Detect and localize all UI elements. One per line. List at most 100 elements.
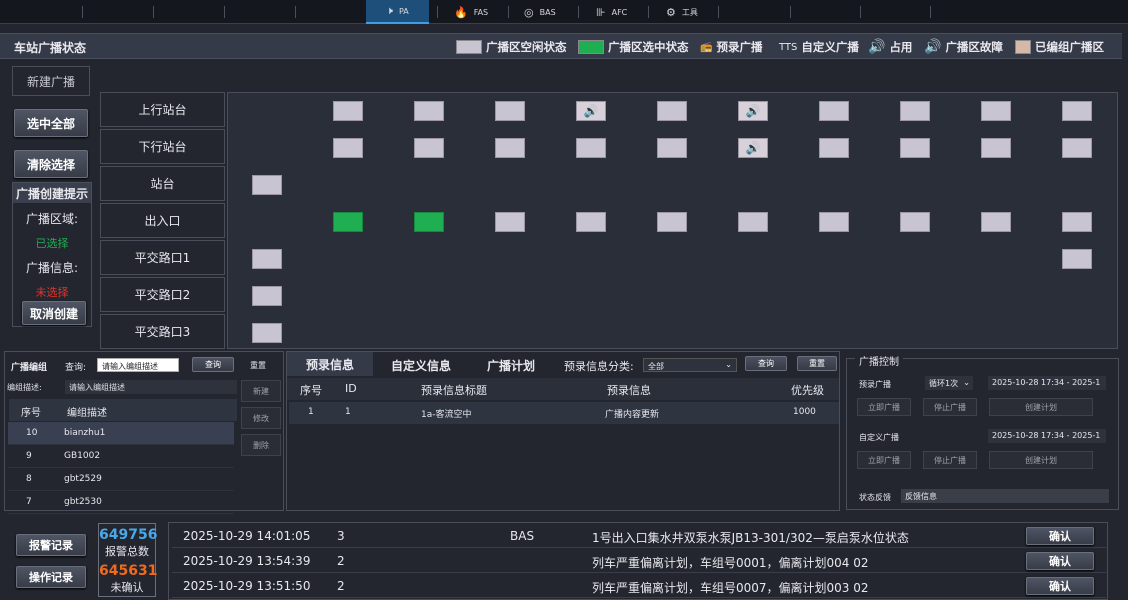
zone-row-label[interactable]: 平交路口2 <box>100 277 225 312</box>
stop-custom-button[interactable]: 停止广播 <box>923 451 977 469</box>
alarm-row[interactable]: 2025-10-29 14:01:05 3 BAS 1号出入口集水井双泵水泵JB13-… <box>172 525 1106 548</box>
zone-cell-idle[interactable] <box>900 101 930 121</box>
nav-tab-tools[interactable]: ⚙ 工具 <box>666 0 698 24</box>
zone-cell-idle[interactable] <box>1062 101 1092 121</box>
group-new-button[interactable]: 新建 <box>241 380 281 402</box>
tab-custom[interactable]: 自定义信息 <box>391 357 451 374</box>
clear-selection-button[interactable]: 清除选择 <box>14 150 88 178</box>
zone-cell-idle[interactable] <box>819 212 849 232</box>
group-query-button[interactable]: 查询 <box>192 357 234 372</box>
zone-cell-idle[interactable] <box>414 138 444 158</box>
zone-cell-fault[interactable]: 🔊 <box>576 101 606 121</box>
zone-cell-idle[interactable] <box>981 138 1011 158</box>
tab-plan[interactable]: 广播计划 <box>487 357 535 374</box>
group-row-desc: gbt2529 <box>64 474 102 484</box>
zone-cell-idle[interactable] <box>1062 249 1092 269</box>
confirm-button[interactable]: 确认 <box>1026 527 1094 545</box>
zone-cell-idle[interactable] <box>900 138 930 158</box>
category-select[interactable]: 全部 ⌄ <box>643 358 737 372</box>
zone-cell-idle[interactable] <box>981 101 1011 121</box>
group-reset-button[interactable]: 重置 <box>250 360 266 371</box>
zone-cell-idle[interactable] <box>657 101 687 121</box>
loop-select[interactable]: 循环1次 ⌄ <box>925 376 973 390</box>
zone-row-label[interactable]: 出入口 <box>100 203 225 238</box>
alarm-log-button[interactable]: 报警记录 <box>16 534 86 556</box>
prerecord-query-button[interactable]: 查询 <box>745 356 787 371</box>
zone-cell-idle[interactable] <box>252 323 282 343</box>
nav-tab-pa[interactable]: 🕨 PA <box>366 0 429 24</box>
create-plan-button[interactable]: 创建计划 <box>989 398 1093 416</box>
table-row[interactable]: 7 gbt2530 <box>8 491 234 514</box>
select-all-button[interactable]: 选中全部 <box>14 109 88 137</box>
nav-tab-fas[interactable]: 🔥 FAS <box>454 0 488 24</box>
zone-cell-idle[interactable] <box>576 212 606 232</box>
zone-row-label[interactable]: 站台 <box>100 166 225 201</box>
nav-tab-afc[interactable]: ⊪ AFC <box>596 0 627 24</box>
zone-cell-idle[interactable] <box>414 101 444 121</box>
zone-cell-idle[interactable] <box>576 138 606 158</box>
table-row[interactable]: 8 gbt2529 <box>8 468 234 491</box>
nav-tab-bas[interactable]: ◎ BAS <box>524 0 556 24</box>
chevron-down-icon: ⌄ <box>963 378 970 387</box>
tab-prerecord[interactable]: 预录信息 <box>287 352 373 376</box>
zone-row-label[interactable]: 平交路口3 <box>100 314 225 349</box>
alarm-desc: 列车严重偏离计划，车组号0007，偏离计划003 02 <box>592 581 869 595</box>
table-row[interactable]: 1 1 1a-客流空中 广播内容更新 1000 <box>289 402 839 424</box>
stop-broadcast-button[interactable]: 停止广播 <box>923 398 977 416</box>
zone-cell-idle[interactable] <box>900 212 930 232</box>
operation-log-button[interactable]: 操作记录 <box>16 566 86 588</box>
create-custom-plan-button[interactable]: 创建计划 <box>989 451 1093 469</box>
prerecord-reset-button[interactable]: 重置 <box>797 356 837 371</box>
group-delete-button[interactable]: 删除 <box>241 434 281 456</box>
zone-cell-fault[interactable]: 🔊 <box>738 138 768 158</box>
start-custom-button[interactable]: 立即广播 <box>857 451 911 469</box>
alarm-system: BAS <box>510 529 535 543</box>
zone-cell-idle[interactable] <box>1062 138 1092 158</box>
zone-cell-idle[interactable] <box>252 175 282 195</box>
top-nav-bar: 🕨 PA 🔥 FAS ◎ BAS ⊪ AFC ⚙ 工具 <box>0 0 1128 24</box>
alarm-level: 2 <box>337 579 345 593</box>
time-range-2[interactable]: 2025-10-28 17:34 - 2025-1 <box>988 429 1106 443</box>
zone-cell-idle[interactable] <box>819 138 849 158</box>
table-row[interactable]: 9 GB1002 <box>8 445 234 468</box>
zone-row-label[interactable]: 上行站台 <box>100 92 225 127</box>
table-row[interactable]: 10 bianzhu1 <box>8 422 234 445</box>
zone-row-label[interactable]: 平交路口1 <box>100 240 225 275</box>
legend-idle: 广播区空闲状态 <box>456 39 567 55</box>
time-range-1[interactable]: 2025-10-28 17:34 - 2025-1 <box>988 376 1106 390</box>
zone-cell-idle[interactable] <box>495 212 525 232</box>
start-broadcast-button[interactable]: 立即广播 <box>857 398 911 416</box>
zone-cell-idle[interactable] <box>252 249 282 269</box>
new-broadcast-tab[interactable]: 新建广播 <box>12 66 90 96</box>
zone-cell-idle[interactable] <box>252 286 282 306</box>
zone-row-label[interactable]: 下行站台 <box>100 129 225 164</box>
zone-cell-fault[interactable]: 🔊 <box>738 101 768 121</box>
group-edit-button[interactable]: 修改 <box>241 407 281 429</box>
cancel-create-button[interactable]: 取消创建 <box>22 301 86 325</box>
legend-prerecord: 📻 预录广播 <box>700 40 763 54</box>
zone-cell-selected[interactable] <box>414 212 444 232</box>
group-query-input[interactable]: 请输入编组描述 <box>97 358 179 372</box>
zone-cell-idle[interactable] <box>819 101 849 121</box>
zone-cell-idle[interactable] <box>657 138 687 158</box>
feedback-label: 状态反馈 <box>859 493 891 502</box>
zone-cell-selected[interactable] <box>333 212 363 232</box>
group-row-desc: bianzhu1 <box>64 428 106 438</box>
zone-cell-idle[interactable] <box>657 212 687 232</box>
zone-cell-idle[interactable] <box>1062 212 1092 232</box>
radio-icon: 📻 <box>700 41 713 53</box>
zone-cell-idle[interactable] <box>981 212 1011 232</box>
legend-grouped: 已编组广播区 <box>1015 39 1104 55</box>
zone-cell-idle[interactable] <box>333 101 363 121</box>
alarm-row[interactable]: 2025-10-29 13:51:50 2 列车严重偏离计划，车组号0007，偏离计… <box>172 575 1106 598</box>
desc-input[interactable]: 请输入编组描述 <box>65 380 237 394</box>
zone-cell-idle[interactable] <box>495 138 525 158</box>
confirm-button[interactable]: 确认 <box>1026 552 1094 570</box>
zone-cell-idle[interactable] <box>333 138 363 158</box>
confirm-button[interactable]: 确认 <box>1026 577 1094 595</box>
feedback-field: 反馈信息 <box>901 489 1109 503</box>
zone-cell-idle[interactable] <box>495 101 525 121</box>
zone-cell-idle[interactable] <box>738 212 768 232</box>
alarm-level: 3 <box>337 529 345 543</box>
alarm-row[interactable]: 2025-10-29 13:54:39 2 列车严重偏离计划，车组号0001，偏离计… <box>172 550 1106 573</box>
